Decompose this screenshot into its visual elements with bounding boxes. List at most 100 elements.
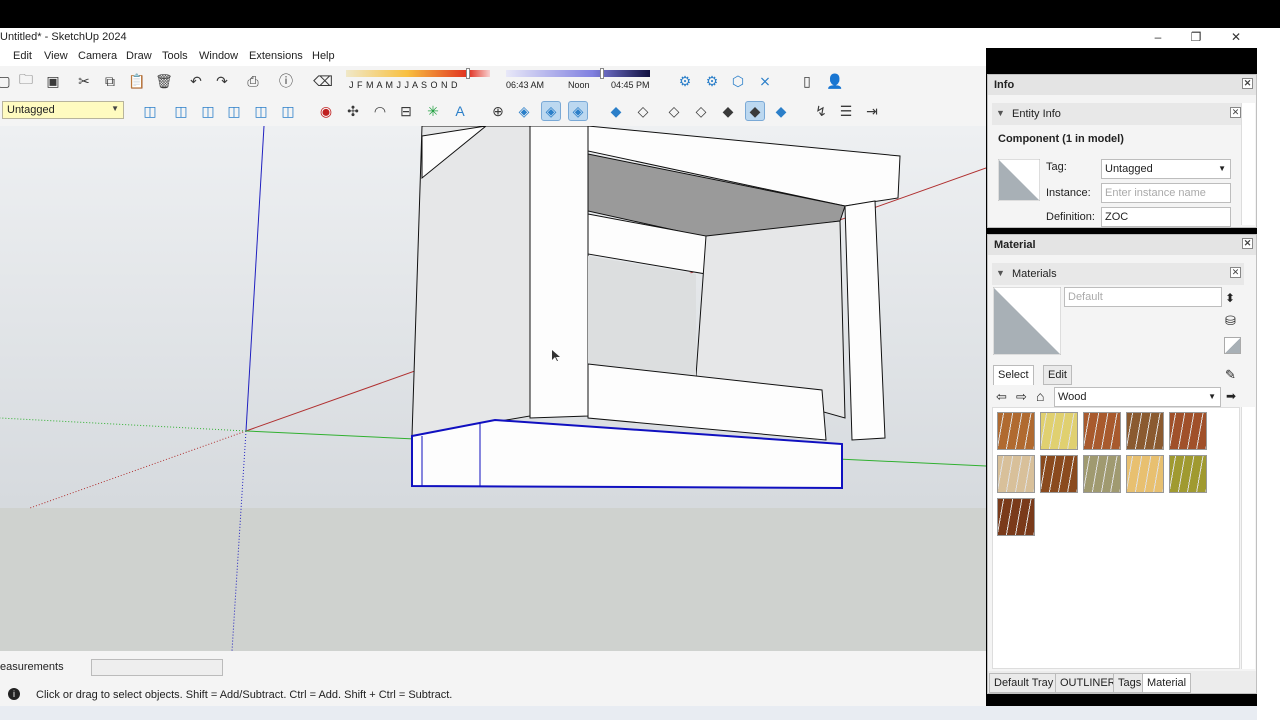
view-front-icon[interactable]: ◫ <box>198 101 218 121</box>
wood-swatch[interactable] <box>997 455 1035 493</box>
info-icon[interactable]: i <box>8 688 20 700</box>
wood-swatch[interactable] <box>1083 412 1121 450</box>
time-slider[interactable] <box>506 70 650 77</box>
make-component-icon[interactable]: ⚙ <box>702 71 722 91</box>
hidden-line-icon[interactable]: ◇ <box>633 101 653 121</box>
wood-swatch[interactable] <box>1169 455 1207 493</box>
definition-label: Definition: <box>1046 211 1095 223</box>
definition-input[interactable]: ZOC <box>1101 207 1231 227</box>
tab-outliner[interactable]: OUTLINER <box>1055 673 1121 693</box>
dimension-icon[interactable]: ⊟ <box>396 101 416 121</box>
default-material-icon[interactable] <box>1224 337 1241 354</box>
animation-icon[interactable]: ⇥ <box>862 101 882 121</box>
tab-select[interactable]: Select <box>993 365 1034 385</box>
scenes-icon[interactable]: ☰ <box>836 101 856 121</box>
create-material-icon[interactable]: ⬍ <box>1225 291 1235 305</box>
details-arrow-icon[interactable]: ➡ <box>1226 389 1236 403</box>
follow-me-icon[interactable]: ↯ <box>811 101 831 121</box>
material-scrollbar[interactable] <box>1241 407 1255 669</box>
menu-help[interactable]: Help <box>312 50 335 62</box>
protractor-icon[interactable]: ◠ <box>370 101 390 121</box>
tag-select[interactable]: Untagged ▼ <box>2 101 124 119</box>
xray-icon[interactable]: ◈ <box>514 101 534 121</box>
new-icon[interactable]: ▢ <box>0 71 14 91</box>
menu-edit[interactable]: Edit <box>13 50 32 62</box>
redo-icon[interactable]: ↷ <box>212 71 232 91</box>
close-button[interactable]: ✕ <box>1226 30 1246 46</box>
wireframe-icon[interactable]: ◆ <box>606 101 626 121</box>
instance-input[interactable]: Enter instance name <box>1101 183 1231 203</box>
library-select[interactable]: Wood ▼ <box>1054 387 1221 407</box>
menu-camera[interactable]: Camera <box>78 50 117 62</box>
open-folder-icon[interactable]: 🗀 <box>16 71 36 91</box>
menu-view[interactable]: View <box>44 50 68 62</box>
paste-icon[interactable]: 📋 <box>127 71 147 91</box>
wood-swatch[interactable] <box>1040 455 1078 493</box>
model-info-icon[interactable]: ⓘ <box>276 71 296 91</box>
shaded-textures-icon[interactable]: ◈ <box>568 101 588 121</box>
eyedropper-icon[interactable]: ✎ <box>1225 367 1236 383</box>
forward-icon[interactable]: ⇨ <box>1016 389 1027 405</box>
info-scrollbar[interactable] <box>1241 103 1255 225</box>
tab-edit[interactable]: Edit <box>1043 365 1072 385</box>
cut-icon[interactable]: ✂ <box>74 71 94 91</box>
copy-icon[interactable]: ⧉ <box>100 71 120 91</box>
paint-bucket-icon[interactable]: ⛁ <box>1225 313 1236 329</box>
close-icon[interactable]: ✕ <box>1242 238 1253 249</box>
monochrome-icon[interactable]: ◇ <box>691 101 711 121</box>
style-mono-icon[interactable]: ◆ <box>771 101 791 121</box>
section-plane-icon[interactable]: ◉ <box>316 101 336 121</box>
view-back-icon[interactable]: ◫ <box>251 101 271 121</box>
view-top-icon[interactable]: ◫ <box>171 101 191 121</box>
materials-section[interactable]: ▼ Materials ✕ <box>992 263 1244 285</box>
model-viewport[interactable] <box>0 126 986 651</box>
axes-tool-icon[interactable]: ✳ <box>423 101 443 121</box>
time-slider-thumb[interactable] <box>600 68 604 79</box>
page-icon[interactable]: ▯ <box>797 71 817 91</box>
close-icon[interactable]: ✕ <box>1230 107 1241 118</box>
print-icon[interactable]: ⎙ <box>243 71 263 91</box>
back-edges-icon[interactable]: ◇ <box>664 101 684 121</box>
extension-icon[interactable]: ⨯ <box>755 71 775 91</box>
wood-swatch[interactable] <box>1169 412 1207 450</box>
menu-tools[interactable]: Tools <box>162 50 188 62</box>
menu-window[interactable]: Window <box>199 50 238 62</box>
menu-draw[interactable]: Draw <box>126 50 152 62</box>
user-icon[interactable]: 👤 <box>825 71 845 91</box>
delete-icon[interactable]: 🗑 <box>154 71 174 91</box>
close-icon[interactable]: ✕ <box>1242 78 1253 89</box>
menu-extensions[interactable]: Extensions <box>249 50 303 62</box>
wood-swatch[interactable] <box>1126 455 1164 493</box>
shaded-icon[interactable]: ◈ <box>541 101 561 121</box>
view-iso-icon[interactable]: ◫ <box>140 101 160 121</box>
wood-swatch[interactable] <box>997 412 1035 450</box>
components-icon[interactable]: ⚙ <box>675 71 695 91</box>
maximize-button[interactable]: ❐ <box>1186 30 1206 46</box>
wood-swatch[interactable] <box>997 498 1035 536</box>
view-left-icon[interactable]: ◫ <box>278 101 298 121</box>
back-icon[interactable]: ⇦ <box>996 389 1007 405</box>
wood-swatch[interactable] <box>1126 412 1164 450</box>
undo-icon[interactable]: ↶ <box>186 71 206 91</box>
home-icon[interactable]: ⌂ <box>1036 388 1044 404</box>
save-icon[interactable]: ▣ <box>43 71 63 91</box>
material-name-input[interactable]: Default <box>1064 287 1222 307</box>
tab-default-tray[interactable]: Default Tray <box>989 673 1059 693</box>
axes-icon[interactable]: ✣ <box>343 101 363 121</box>
eraser-icon[interactable]: ⌫ <box>313 71 333 91</box>
tab-material[interactable]: Material <box>1142 673 1192 693</box>
month-slider-thumb[interactable] <box>466 68 470 79</box>
tag-dropdown[interactable]: Untagged ▼ <box>1101 159 1231 179</box>
minimize-button[interactable]: – <box>1148 30 1168 46</box>
orbit-icon[interactable]: ⊕ <box>488 101 508 121</box>
style-shaded-icon[interactable]: ◆ <box>718 101 738 121</box>
close-icon[interactable]: ✕ <box>1230 267 1241 278</box>
wood-swatch[interactable] <box>1040 412 1078 450</box>
view-right-icon[interactable]: ◫ <box>224 101 244 121</box>
text-3d-icon[interactable]: A <box>450 101 470 121</box>
measurements-input[interactable] <box>91 659 223 676</box>
style-textured-icon[interactable]: ◆ <box>745 101 765 121</box>
solid-tools-icon[interactable]: ⬡ <box>728 71 748 91</box>
entity-info-section[interactable]: ▼ Entity Info ✕ <box>992 103 1244 125</box>
wood-swatch[interactable] <box>1083 455 1121 493</box>
